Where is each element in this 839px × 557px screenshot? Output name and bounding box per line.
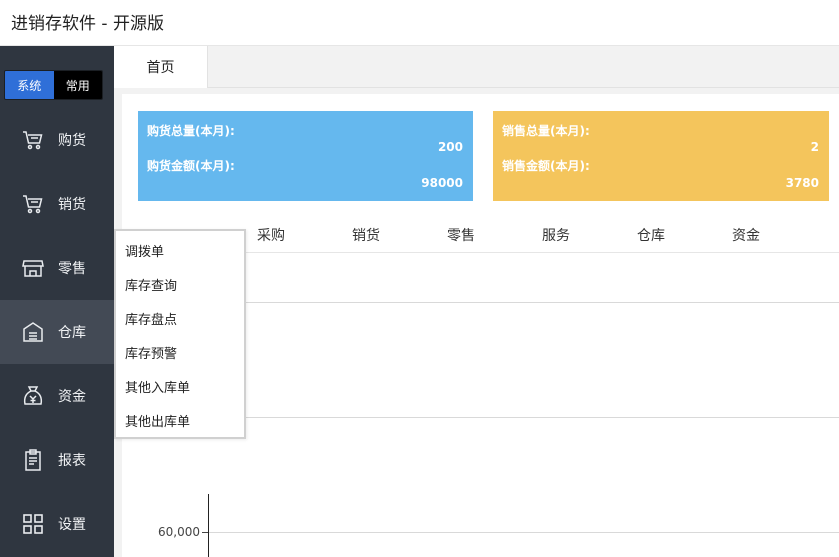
- chart-tab-service[interactable]: 服务: [542, 225, 570, 245]
- menu-item-other-inbound[interactable]: 其他入库单: [125, 377, 190, 396]
- money-bag-icon: [23, 386, 43, 405]
- sidebar-item-label: 设置: [58, 517, 86, 533]
- chart-tab-funds[interactable]: 资金: [732, 225, 760, 245]
- chart-gridline: [208, 532, 839, 533]
- mode-switch: 系统 常用: [4, 70, 103, 100]
- warehouse-icon: [23, 322, 43, 342]
- system-mode-button[interactable]: 系统: [5, 71, 54, 99]
- tab-bar: 首页: [114, 46, 839, 88]
- sales-summary-card: 销售总量(本月): 2 销售金额(本月): 3780: [493, 111, 829, 201]
- tab-home[interactable]: 首页: [114, 46, 208, 88]
- cart-icon: [23, 131, 43, 150]
- sales-amount-label: 销售金额(本月):: [502, 159, 590, 173]
- chart-tab-warehouse[interactable]: 仓库: [637, 225, 665, 245]
- sidebar-item-label: 资金: [58, 389, 86, 405]
- chart-gridline: [208, 302, 839, 303]
- y-tick-label: 60,000: [158, 525, 200, 539]
- sales-qty-value: 2: [810, 140, 819, 154]
- sidebar-item-warehouse[interactable]: 仓库: [0, 300, 114, 364]
- sidebar-item-label: 零售: [58, 261, 86, 277]
- sidebar-item-label: 报表: [58, 453, 86, 469]
- purchase-amount-label: 购货金额(本月):: [147, 159, 235, 173]
- grid-icon: [23, 514, 43, 534]
- common-mode-button[interactable]: 常用: [53, 71, 102, 99]
- chart-y-axis: [208, 494, 209, 557]
- sales-qty-label: 销售总量(本月):: [502, 124, 590, 138]
- sidebar-item-label: 仓库: [58, 325, 86, 341]
- menu-item-stock-alert[interactable]: 库存预警: [125, 343, 177, 362]
- chart-tab-purchase[interactable]: 采购: [257, 225, 285, 245]
- sidebar-item-label: 销货: [58, 197, 86, 213]
- purchase-summary-card: 购货总量(本月): 200 购货金额(本月): 98000: [138, 111, 473, 201]
- sidebar-item-sales[interactable]: 销货: [0, 172, 114, 236]
- purchase-qty-label: 购货总量(本月):: [147, 124, 235, 138]
- sales-amount-value: 3780: [785, 176, 819, 190]
- sidebar: 系统 常用 购货 销货 零售 仓库 资金 报表 设置: [0, 46, 114, 557]
- store-icon: [22, 260, 44, 277]
- chart-tab-retail[interactable]: 零售: [447, 225, 475, 245]
- purchase-qty-value: 200: [437, 140, 463, 154]
- cart-icon: [23, 195, 43, 214]
- app-title: 进销存软件 - 开源版: [11, 14, 164, 34]
- sidebar-item-reports[interactable]: 报表: [0, 428, 114, 492]
- menu-item-other-outbound[interactable]: 其他出库单: [125, 411, 190, 430]
- sidebar-item-retail[interactable]: 零售: [0, 236, 114, 300]
- menu-item-stocktaking[interactable]: 库存盘点: [125, 309, 177, 328]
- clipboard-icon: [25, 449, 41, 471]
- menu-item-transfer[interactable]: 调拨单: [125, 241, 164, 260]
- y-tick-mark: [202, 532, 208, 533]
- chart-gridline: [208, 417, 839, 418]
- sidebar-item-funds[interactable]: 资金: [0, 364, 114, 428]
- purchase-amount-value: 98000: [421, 176, 463, 190]
- menu-item-inventory-query[interactable]: 库存查询: [125, 275, 177, 294]
- warehouse-submenu: 调拨单 库存查询 库存盘点 库存预警 其他入库单 其他出库单: [114, 229, 246, 439]
- chart-tab-sales[interactable]: 销货: [352, 225, 380, 245]
- sidebar-item-settings[interactable]: 设置: [0, 492, 114, 556]
- sidebar-item-label: 购货: [58, 133, 86, 149]
- sidebar-item-purchase[interactable]: 购货: [0, 108, 114, 172]
- title-bar: 进销存软件 - 开源版: [0, 0, 839, 46]
